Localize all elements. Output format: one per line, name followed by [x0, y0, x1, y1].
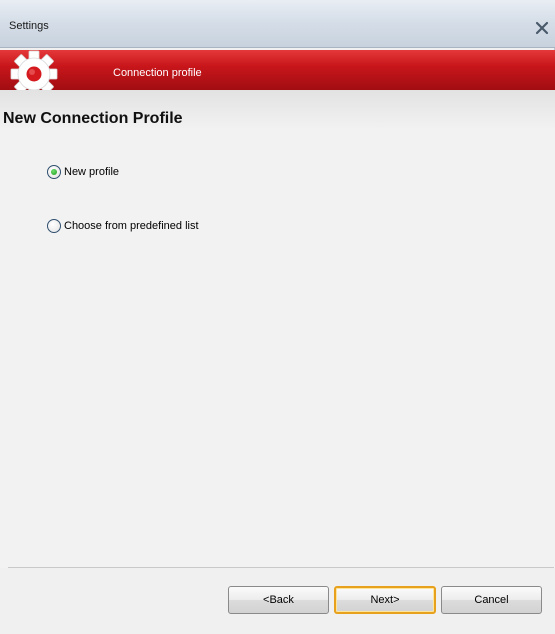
radio-button-selected[interactable]	[47, 165, 61, 179]
radio-selected-dot	[51, 169, 57, 175]
window-title: Settings	[9, 20, 49, 32]
radio-new-profile[interactable]: New profile	[47, 165, 119, 179]
radio-button-unselected[interactable]	[47, 219, 61, 233]
page-title: New Connection Profile	[3, 110, 183, 127]
radio-label-predefined-list: Choose from predefined list	[64, 220, 199, 232]
content-panel: New Connection Profile New profile Choos…	[0, 90, 555, 568]
back-button[interactable]: <Back	[228, 586, 329, 614]
close-icon	[535, 21, 549, 35]
radio-predefined-list[interactable]: Choose from predefined list	[47, 219, 199, 233]
banner-label: Connection profile	[113, 67, 202, 79]
close-button[interactable]	[533, 19, 551, 37]
section-banner: Connection profile	[0, 50, 555, 92]
radio-label-new-profile: New profile	[64, 166, 120, 178]
next-button[interactable]: Next>	[334, 586, 436, 614]
cancel-button[interactable]: Cancel	[441, 586, 542, 614]
title-bar[interactable]: Settings	[0, 0, 555, 48]
gear-icon	[10, 50, 58, 92]
settings-dialog: Settings Connection profile New Connecti…	[0, 0, 555, 634]
